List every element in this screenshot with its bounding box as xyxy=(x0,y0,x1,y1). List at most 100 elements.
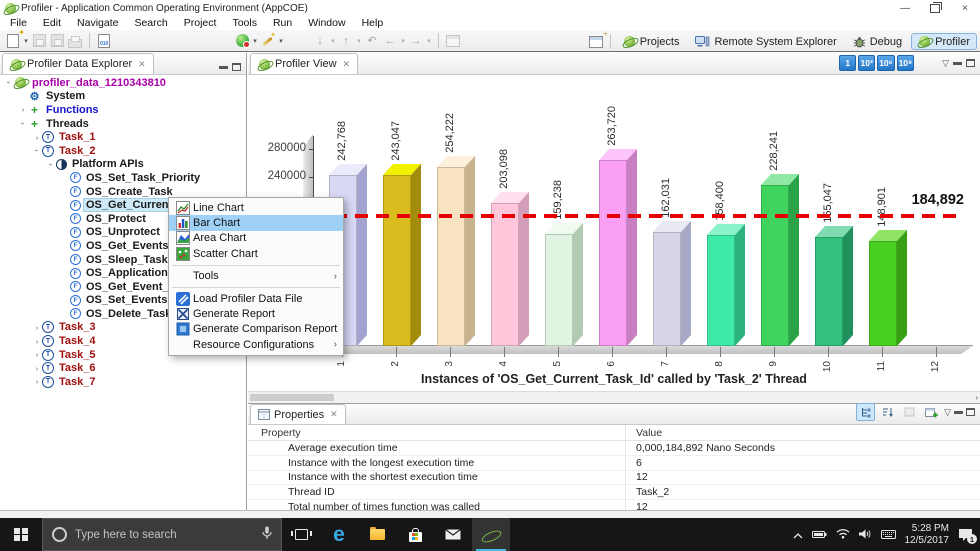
tree-item-system[interactable]: ⚙System xyxy=(0,90,246,104)
perspective-profiler[interactable]: Profiler xyxy=(911,33,977,50)
generate-comparison-button[interactable] xyxy=(149,32,167,50)
context-menu-tools[interactable]: Tools› xyxy=(169,269,343,284)
tree-item-task-1[interactable]: ›TTask_1 xyxy=(0,130,246,144)
taskbar-clock[interactable]: 5:28 PM 12/5/2017 xyxy=(905,523,950,546)
new-wizard-button[interactable]: ✦ xyxy=(4,32,22,50)
expand-arrow-icon[interactable]: › xyxy=(32,133,42,142)
menu-window[interactable]: Window xyxy=(300,17,353,29)
scale-button-10[interactable]: 10⁹ xyxy=(897,55,915,71)
scale-button-1[interactable]: 1 xyxy=(839,55,856,71)
back-button[interactable]: ← xyxy=(381,32,399,50)
last-edit-button[interactable]: ↶ xyxy=(363,32,381,50)
expand-arrow-icon[interactable]: › xyxy=(47,159,56,169)
open-perspective-button[interactable]: + xyxy=(587,33,605,51)
run-button[interactable] xyxy=(233,32,251,50)
taskbar-search-box[interactable]: Type here to search xyxy=(42,518,282,551)
edge-button[interactable]: e xyxy=(320,518,358,551)
explorer-minimize-icon[interactable] xyxy=(219,66,228,69)
external-tools-button[interactable] xyxy=(259,32,277,50)
expand-arrow-icon[interactable]: › xyxy=(32,323,42,332)
tree-item-platform-apis[interactable]: ›Platform APIs xyxy=(0,158,246,172)
new-dropdown-icon[interactable]: ▾ xyxy=(22,37,30,45)
property-row-average-execution-time[interactable]: Average execution time0,000,184,892 Nano… xyxy=(248,441,980,456)
profiler-view-maximize-icon[interactable] xyxy=(966,59,975,67)
context-menu-load-profiler-data-file[interactable]: Load Profiler Data File xyxy=(169,291,343,306)
menu-search[interactable]: Search xyxy=(126,17,175,29)
explorer-maximize-icon[interactable] xyxy=(232,63,241,71)
run-dropdown-icon[interactable]: ▾ xyxy=(251,37,259,45)
tree-item-task-6[interactable]: ›TTask_6 xyxy=(0,361,246,375)
context-menu-generate-comparison-report[interactable]: Generate Comparison Report xyxy=(169,322,343,337)
save-button[interactable] xyxy=(30,32,48,50)
perspective-debug[interactable]: Debug xyxy=(846,34,909,50)
context-menu-generate-report[interactable]: Generate Report xyxy=(169,306,343,321)
sort-icon[interactable] xyxy=(878,403,897,421)
expand-arrow-icon[interactable]: › xyxy=(32,337,42,346)
expand-arrow-icon[interactable]: › xyxy=(32,377,42,386)
save-all-button[interactable] xyxy=(48,32,66,50)
restore-defaults-icon[interactable] xyxy=(900,403,919,421)
import-button[interactable]: ↓ xyxy=(311,32,329,50)
speaker-icon[interactable] xyxy=(859,526,872,544)
context-menu-line-chart[interactable]: Line Chart xyxy=(169,200,343,215)
tree-item-task-7[interactable]: ›TTask_7 xyxy=(0,375,246,389)
scrollbar-thumb[interactable] xyxy=(250,394,334,401)
wifi-icon[interactable] xyxy=(836,526,850,544)
context-menu-bar-chart[interactable]: Bar Chart xyxy=(169,215,343,230)
properties-minimize-icon[interactable] xyxy=(954,411,963,414)
file-explorer-button[interactable] xyxy=(358,518,396,551)
chart-horizontal-scrollbar[interactable]: › xyxy=(248,391,980,403)
tree-item-functions[interactable]: ›+Functions xyxy=(0,103,246,117)
new-properties-view-icon[interactable] xyxy=(922,403,941,421)
battery-icon[interactable] xyxy=(812,526,827,544)
tree-item-threads[interactable]: ›+Threads xyxy=(0,117,246,131)
tray-chevron-icon[interactable] xyxy=(793,526,803,544)
expand-arrow-icon[interactable]: › xyxy=(33,146,42,156)
property-row-thread-id[interactable]: Thread IDTask_2 xyxy=(248,485,980,500)
load-profiler-data-button[interactable] xyxy=(113,32,131,50)
action-center-button[interactable]: 1 xyxy=(958,528,973,541)
profiler-view-minimize-icon[interactable] xyxy=(953,62,962,65)
menu-help[interactable]: Help xyxy=(354,17,392,29)
perspective-projects[interactable]: Projects xyxy=(616,33,687,50)
print-button[interactable] xyxy=(66,32,84,50)
menu-navigate[interactable]: Navigate xyxy=(69,17,126,29)
expand-arrow-icon[interactable]: › xyxy=(5,78,14,88)
tab-properties[interactable]: Properties ✕ xyxy=(250,404,346,424)
task-view-button[interactable] xyxy=(282,518,320,551)
tree-item-task-2[interactable]: ›TTask_2 xyxy=(0,144,246,158)
property-row-instance-with-the-longest-execution-time[interactable]: Instance with the longest execution time… xyxy=(248,456,980,471)
external-tools-dropdown-icon[interactable]: ▾ xyxy=(277,37,285,45)
expand-arrow-icon[interactable]: › xyxy=(18,105,28,114)
start-button[interactable] xyxy=(0,518,42,551)
forward-button[interactable]: → xyxy=(407,32,425,50)
show-tree-toggle-icon[interactable] xyxy=(856,403,875,421)
menu-edit[interactable]: Edit xyxy=(35,17,69,29)
binary-file-button[interactable]: 010 xyxy=(95,32,113,50)
generate-report-button[interactable] xyxy=(131,32,149,50)
editor-button[interactable] xyxy=(444,32,462,50)
profiler-view-tab-close-icon[interactable]: ✕ xyxy=(343,59,351,70)
close-button[interactable]: × xyxy=(950,0,980,16)
scrollbar-right-arrow-icon[interactable]: › xyxy=(975,392,978,403)
expand-arrow-icon[interactable]: › xyxy=(19,119,28,129)
menu-tools[interactable]: Tools xyxy=(224,17,265,29)
tab-profiler-view[interactable]: Profiler View ✕ xyxy=(250,53,358,74)
context-menu-area-chart[interactable]: Area Chart xyxy=(169,231,343,246)
perspective-remote-system-explorer[interactable]: Remote System Explorer xyxy=(688,34,843,50)
store-button[interactable] xyxy=(396,518,434,551)
tree-item-os-set-task-priority[interactable]: FOS_Set_Task_Priority xyxy=(0,171,246,185)
expand-arrow-icon[interactable]: › xyxy=(32,350,42,359)
context-menu-resource-configurations[interactable]: Resource Configurations› xyxy=(169,337,343,352)
mail-button[interactable] xyxy=(434,518,472,551)
export-button[interactable]: ↑ xyxy=(337,32,355,50)
properties-maximize-icon[interactable] xyxy=(966,408,975,416)
menu-project[interactable]: Project xyxy=(176,17,225,29)
properties-view-menu-icon[interactable]: ▽ xyxy=(944,407,951,418)
tree-item-profiler-data-1210343810[interactable]: ›profiler_data_1210343810 xyxy=(0,76,246,90)
minimize-button[interactable]: — xyxy=(890,0,920,16)
property-row-instance-with-the-shortest-execution-time[interactable]: Instance with the shortest execution tim… xyxy=(248,471,980,486)
microphone-icon[interactable] xyxy=(262,526,272,543)
explorer-tab-close-icon[interactable]: ✕ xyxy=(138,59,146,70)
touch-keyboard-icon[interactable] xyxy=(881,526,896,544)
